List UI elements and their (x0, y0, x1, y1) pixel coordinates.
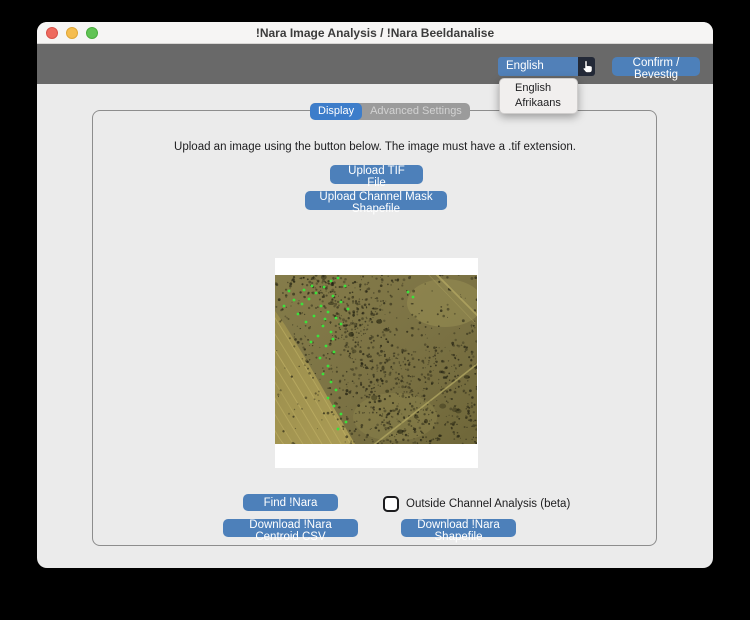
language-dropdown-value: English (506, 60, 544, 72)
outside-channel-label: Outside Channel Analysis (beta) (406, 498, 570, 510)
download-centroid-csv-button[interactable]: Download !Nara Centroid CSV (223, 519, 358, 537)
upload-channel-mask-button[interactable]: Upload Channel Mask Shapefile (305, 191, 447, 210)
minimize-button[interactable] (66, 27, 78, 39)
tab-advanced-settings[interactable]: Advanced Settings (362, 103, 470, 120)
titlebar: !Nara Image Analysis / !Nara Beeldanalis… (37, 22, 713, 44)
dropdown-arrow-box[interactable] (578, 57, 595, 76)
tab-bar: Display Advanced Settings (310, 103, 470, 120)
fullscreen-button[interactable] (86, 27, 98, 39)
toolbar: English Confirm / Bevestig (37, 44, 713, 84)
language-option-english[interactable]: English (500, 81, 577, 96)
window-title: !Nara Image Analysis / !Nara Beeldanalis… (37, 22, 713, 44)
close-button[interactable] (46, 27, 58, 39)
download-shapefile-button[interactable]: Download !Nara Shapefile (401, 519, 516, 537)
language-menu: English Afrikaans (499, 78, 578, 114)
instruction-text: Upload an image using the button below. … (37, 141, 713, 153)
image-canvas (275, 258, 478, 468)
aerial-image (275, 275, 477, 444)
upload-tif-button[interactable]: Upload TIF File (330, 165, 423, 184)
aerial-image-preview (275, 275, 477, 444)
pointer-hand-cursor-icon (581, 60, 593, 73)
tab-display[interactable]: Display (310, 103, 362, 120)
find-nara-button[interactable]: Find !Nara (243, 494, 338, 511)
outside-channel-checkbox[interactable] (383, 496, 399, 512)
language-dropdown[interactable]: English (498, 57, 578, 76)
traffic-lights (46, 22, 98, 44)
language-option-afrikaans[interactable]: Afrikaans (500, 96, 577, 111)
desktop-background: !Nara Image Analysis / !Nara Beeldanalis… (0, 0, 750, 620)
app-window: !Nara Image Analysis / !Nara Beeldanalis… (37, 22, 713, 568)
confirm-button[interactable]: Confirm / Bevestig (612, 57, 700, 76)
